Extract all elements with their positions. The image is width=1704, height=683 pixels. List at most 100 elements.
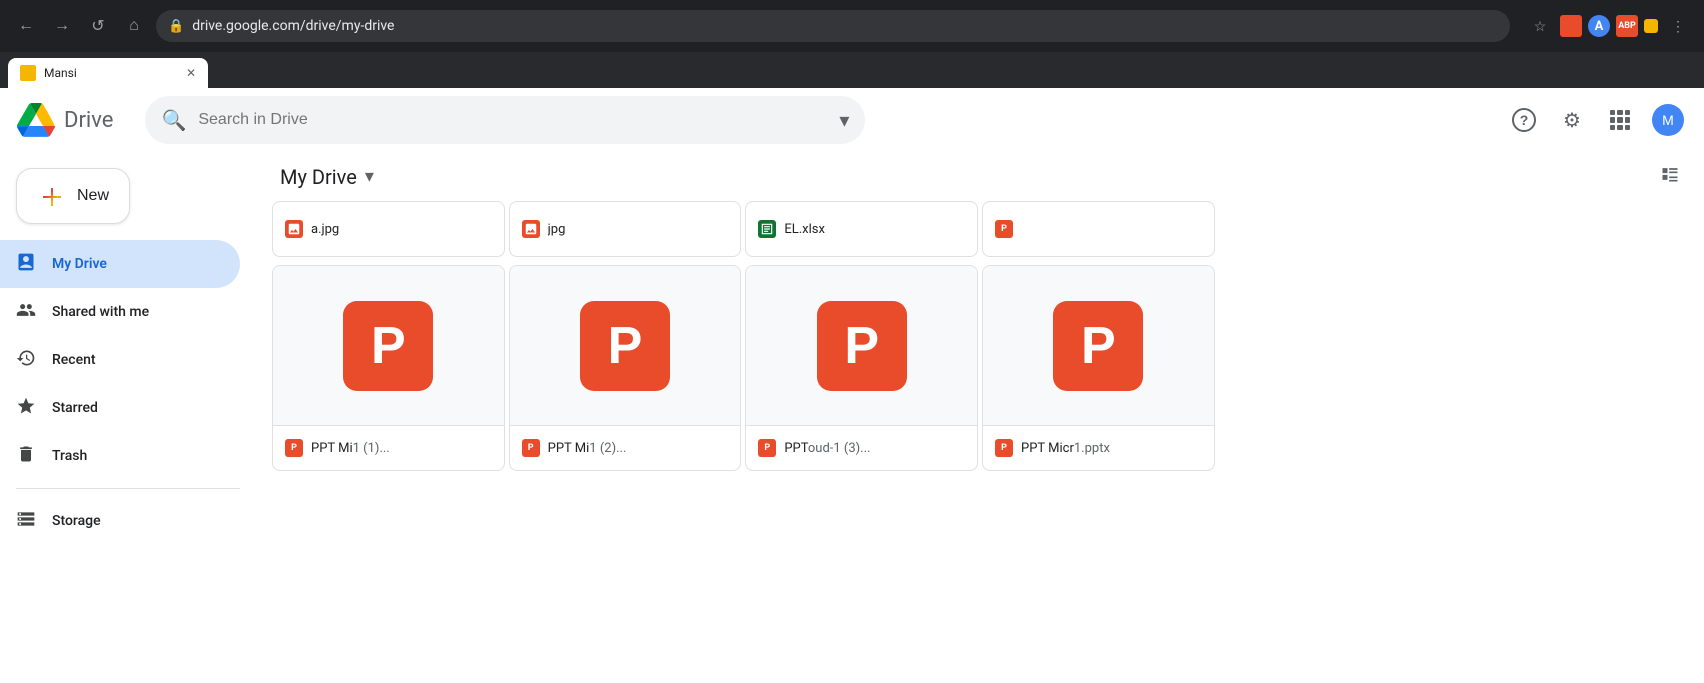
app-header: Drive 🔍 ▾ ? ⚙ <box>0 88 1704 152</box>
back-button[interactable]: ← <box>12 12 40 40</box>
plus-icon <box>39 184 63 208</box>
sidebar: New My Drive Shared with me Recent <box>0 152 256 683</box>
tab-bar: Mansi ✕ <box>0 52 1704 88</box>
file-name: jpg <box>548 222 729 237</box>
url-text: drive.google.com/drive/my-drive <box>192 18 394 34</box>
file-type-icon: P <box>995 220 1013 238</box>
file-card[interactable]: P P PPToud-1 (3)... <box>745 265 978 471</box>
sidebar-item-label-starred: Starred <box>52 400 98 416</box>
file-card-preview: P <box>273 266 504 426</box>
ppt-large-icon: P <box>1053 301 1143 391</box>
gear-icon: ⚙ <box>1563 108 1581 133</box>
tab-close[interactable]: ✕ <box>186 66 196 80</box>
file-card-small[interactable]: EL.xlsx <box>745 201 978 257</box>
ppt-large-icon: P <box>343 301 433 391</box>
header-actions: ? ⚙ M <box>1504 100 1688 140</box>
tab-favicon <box>20 65 36 81</box>
ppt-type-icon: P <box>758 439 776 457</box>
sidebar-item-recent[interactable]: Recent <box>0 336 240 384</box>
ppt-large-icon: P <box>817 301 907 391</box>
drive-logo-text: Drive <box>64 108 113 133</box>
drive-logo[interactable]: Drive <box>16 103 113 137</box>
file-card-info: P PPT Mi1 (1)... <box>273 426 504 470</box>
ext-blue[interactable]: A <box>1588 15 1610 37</box>
file-grid: P P PPT Mi1 (1)... P <box>256 261 1704 487</box>
ppt-type-icon: P <box>285 439 303 457</box>
reload-button[interactable]: ↺ <box>84 12 112 40</box>
active-tab[interactable]: Mansi ✕ <box>8 58 208 88</box>
file-card-info: P PPT Mi1 (2)... <box>510 426 741 470</box>
sidebar-item-trash[interactable]: Trash <box>0 432 240 480</box>
recent-icon <box>16 348 36 373</box>
file-card-small[interactable]: P <box>982 201 1215 257</box>
settings-button[interactable]: ⚙ <box>1552 100 1592 140</box>
sidebar-item-starred[interactable]: Starred <box>0 384 240 432</box>
tab-title: Mansi <box>44 66 174 80</box>
sidebar-item-storage[interactable]: Storage <box>0 497 240 545</box>
file-card[interactable]: P P PPT Micr1.pptx <box>982 265 1215 471</box>
view-toggle-button[interactable] <box>1660 164 1680 189</box>
main-area: New My Drive Shared with me Recent <box>0 152 1704 683</box>
grid-icon <box>1610 110 1630 130</box>
file-type-icon <box>285 220 303 238</box>
content-title: My Drive <box>280 165 357 189</box>
storage-icon <box>16 509 36 534</box>
file-card-preview: P <box>983 266 1214 426</box>
file-name: a.jpg <box>311 222 492 237</box>
ext-red[interactable] <box>1560 15 1582 37</box>
bookmark-button[interactable]: ☆ <box>1526 12 1554 40</box>
new-button-icon <box>37 182 65 210</box>
more-button[interactable]: ⋮ <box>1664 12 1692 40</box>
sidebar-item-label-recent: Recent <box>52 352 96 368</box>
account-button[interactable]: M <box>1648 100 1688 140</box>
sidebar-divider <box>16 488 240 489</box>
file-card-info: P PPT Micr1.pptx <box>983 426 1214 470</box>
file-name: EL.xlsx <box>784 222 965 237</box>
sidebar-item-shared[interactable]: Shared with me <box>0 288 240 336</box>
help-button[interactable]: ? <box>1504 100 1544 140</box>
top-row-files: a.jpg jpg EL.xlsx P <box>256 197 1704 261</box>
search-dropdown-icon[interactable]: ▾ <box>839 108 849 132</box>
file-card[interactable]: P P PPT Mi1 (1)... <box>272 265 505 471</box>
trash-icon <box>16 444 36 469</box>
ppt-type-icon: P <box>995 439 1013 457</box>
ppt-large-icon: P <box>580 301 670 391</box>
ext-yellow[interactable] <box>1644 19 1658 33</box>
shared-icon <box>16 300 36 325</box>
file-type-icon <box>522 220 540 238</box>
content-title-dropdown[interactable]: ▾ <box>365 166 374 187</box>
sidebar-item-label-my-drive: My Drive <box>52 256 107 272</box>
file-card-info: P PPToud-1 (3)... <box>746 426 977 470</box>
sidebar-item-label-trash: Trash <box>52 448 87 464</box>
home-button[interactable]: ⌂ <box>120 12 148 40</box>
file-type-icon <box>758 220 776 238</box>
my-drive-icon <box>16 252 36 277</box>
new-button[interactable]: New <box>16 168 130 224</box>
search-input[interactable] <box>198 111 827 129</box>
sidebar-item-my-drive[interactable]: My Drive <box>0 240 240 288</box>
new-button-label: New <box>77 187 109 205</box>
address-bar[interactable]: 🔒 drive.google.com/drive/my-drive <box>156 10 1510 42</box>
file-name-ppt1: PPT Mi1 (1)... <box>311 441 492 456</box>
starred-icon <box>16 396 36 421</box>
search-bar-container: 🔍 ▾ <box>145 96 865 144</box>
file-card-small[interactable]: jpg <box>509 201 742 257</box>
file-name-ppt2: PPT Mi1 (2)... <box>548 441 729 456</box>
search-icon: 🔍 <box>161 108 186 132</box>
content-header: My Drive ▾ <box>256 152 1704 197</box>
browser-actions: ☆ A ABP ⋮ <box>1526 12 1692 40</box>
file-card-preview: P <box>746 266 977 426</box>
apps-button[interactable] <box>1600 100 1640 140</box>
ext-abp[interactable]: ABP <box>1616 15 1638 37</box>
file-card[interactable]: P P PPT Mi1 (2)... <box>509 265 742 471</box>
file-name-ppt4: PPT Micr1.pptx <box>1021 441 1202 456</box>
lock-icon: 🔒 <box>168 19 184 34</box>
forward-button[interactable]: → <box>48 12 76 40</box>
search-bar[interactable]: 🔍 ▾ <box>145 96 865 144</box>
file-name-ppt3: PPToud-1 (3)... <box>784 441 965 456</box>
file-card-small[interactable]: a.jpg <box>272 201 505 257</box>
drive-logo-icon <box>16 103 56 137</box>
app: Drive 🔍 ▾ ? ⚙ <box>0 88 1704 683</box>
avatar: M <box>1652 104 1684 136</box>
file-card-preview: P <box>510 266 741 426</box>
